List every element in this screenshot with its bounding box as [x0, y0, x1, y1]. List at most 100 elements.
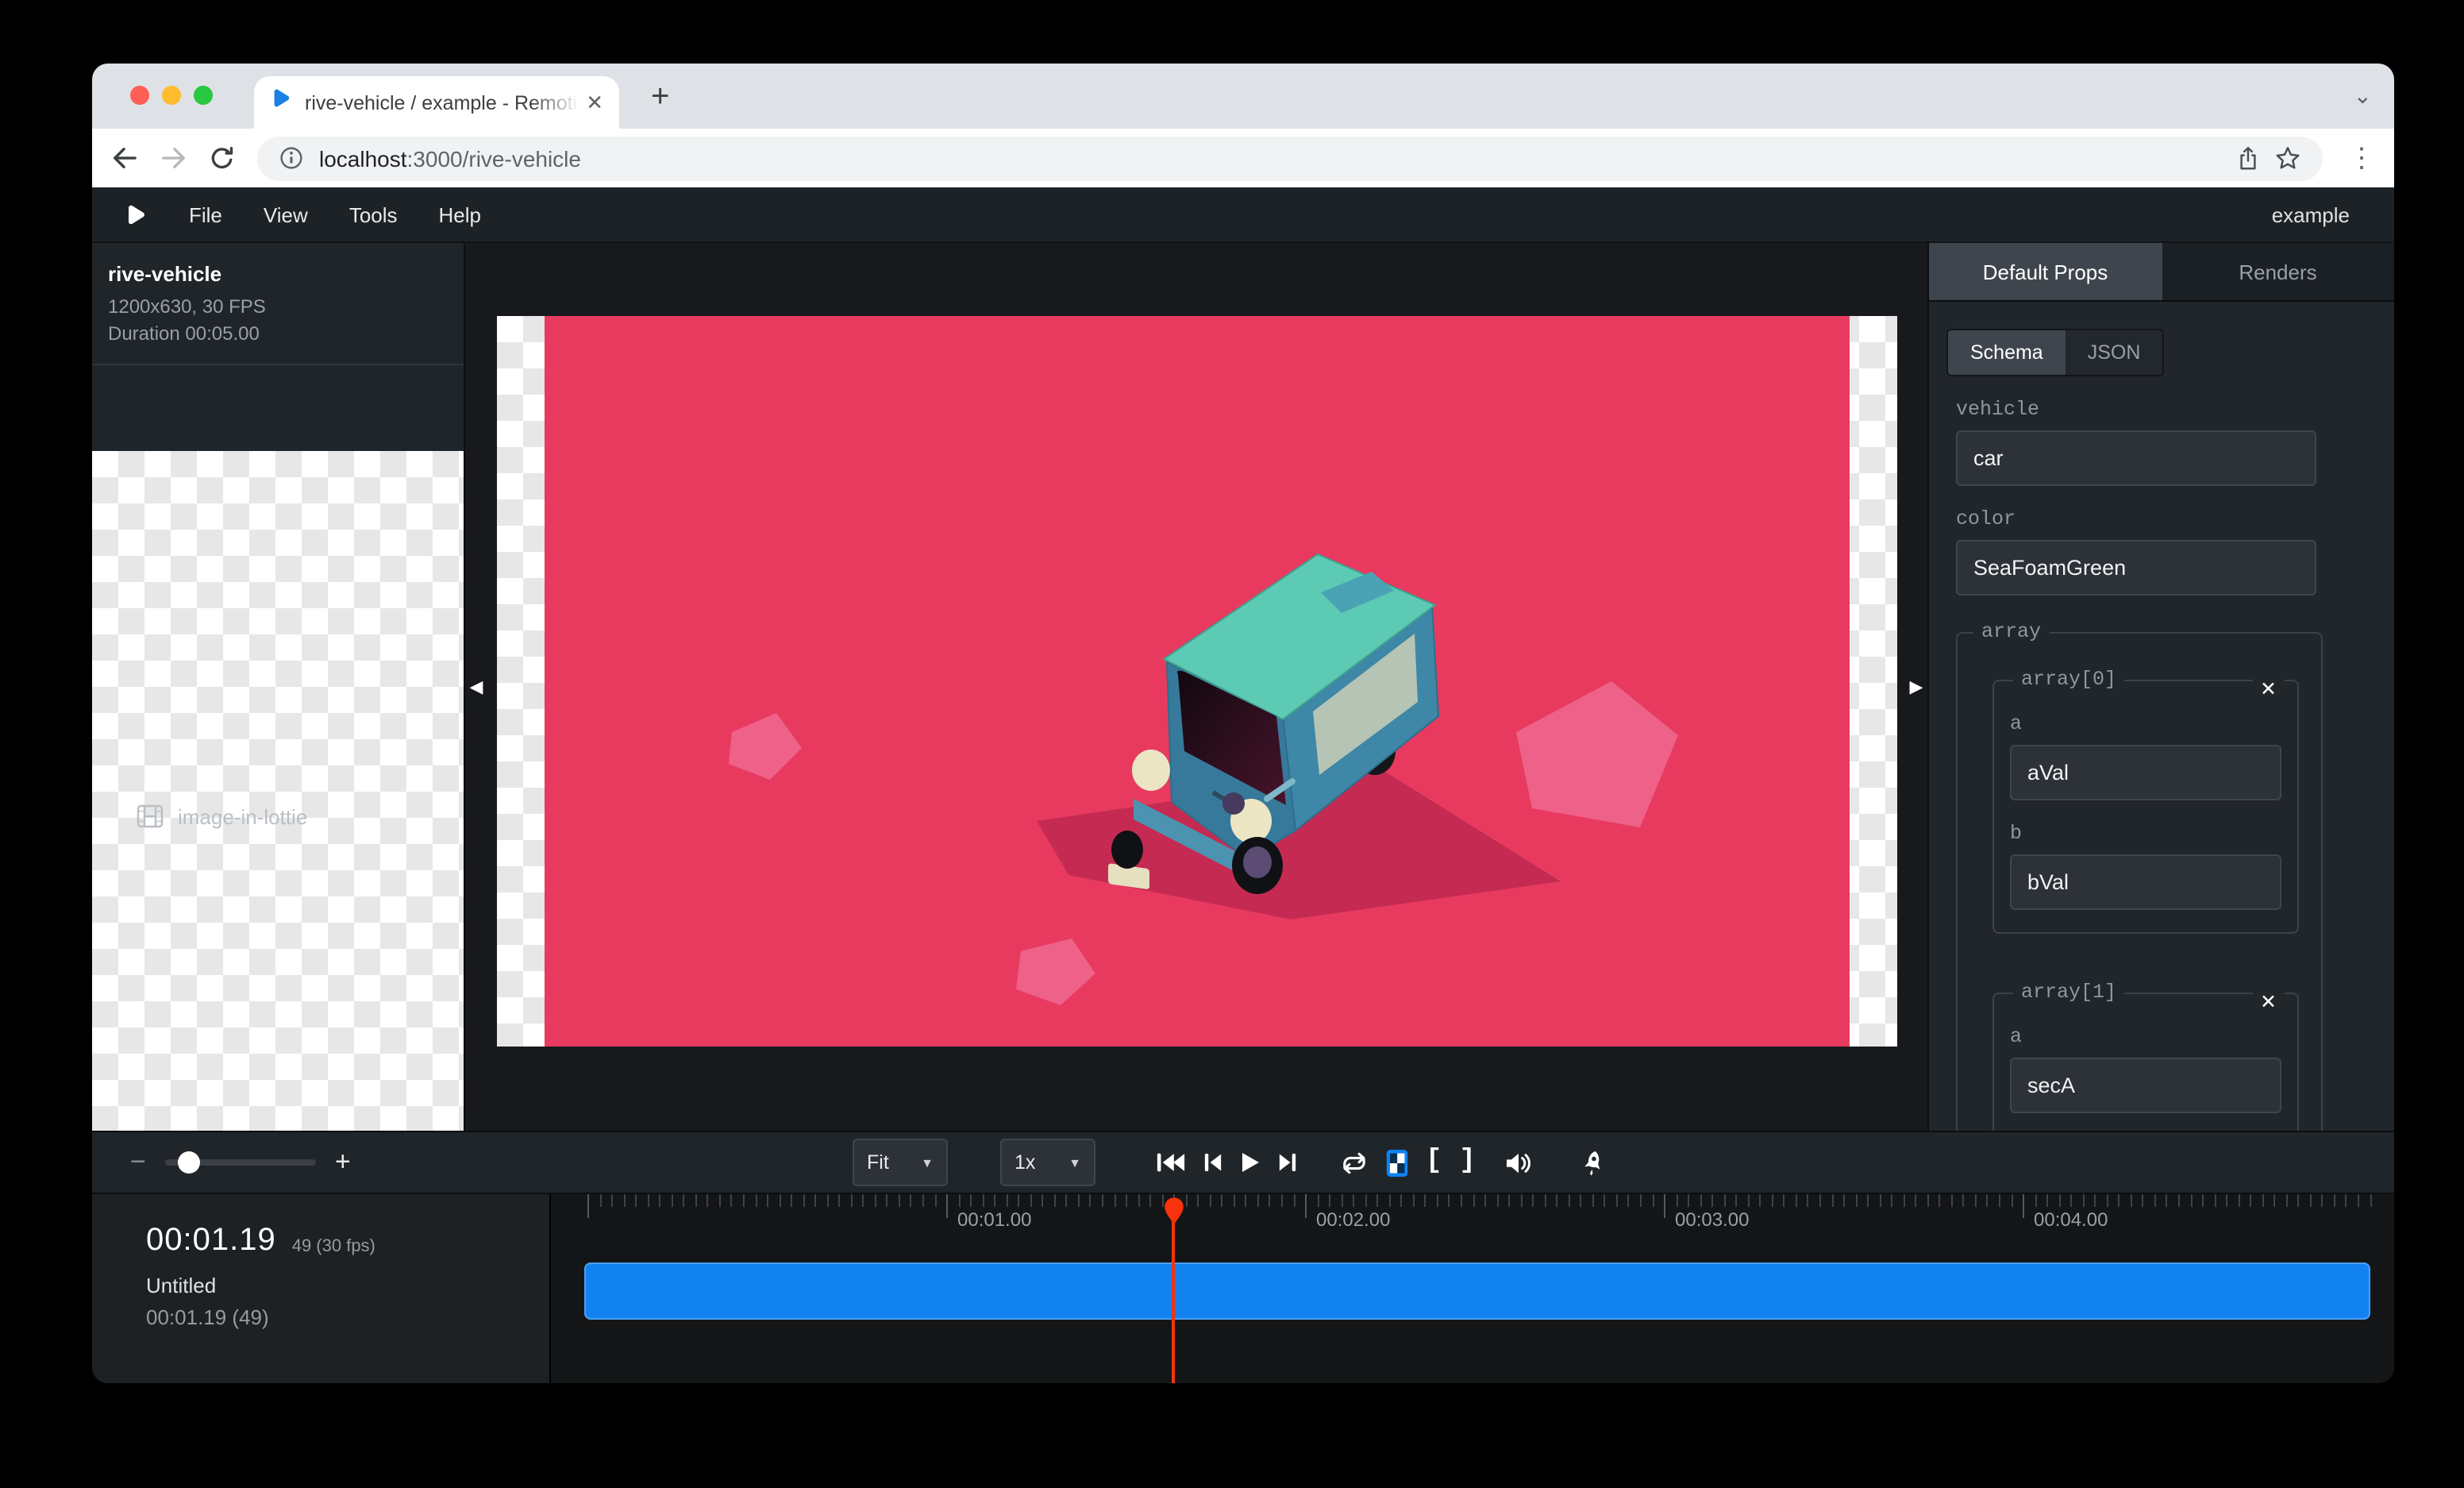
playhead-line[interactable] [1172, 1201, 1175, 1383]
ruler-tick [1006, 1194, 1007, 1207]
remove-array-item-icon[interactable]: ✕ [2252, 677, 2285, 704]
array1-a-input[interactable]: secA [2010, 1058, 2281, 1113]
share-icon[interactable] [2237, 145, 2259, 171]
ruler-label: 00:01.00 [957, 1209, 1031, 1231]
browser-menu-kebab-icon[interactable]: ⋮ [2348, 142, 2375, 174]
ruler-tick [1580, 1194, 1582, 1207]
menu-help[interactable]: Help [439, 202, 482, 226]
film-icon [137, 804, 164, 829]
ruler-tick [1090, 1194, 1091, 1207]
new-tab-button[interactable]: + [651, 79, 669, 116]
ruler-tick [1305, 1194, 1307, 1218]
ruler-tick [1556, 1194, 1557, 1207]
address-bar[interactable]: localhost:3000/rive-vehicle [257, 136, 2323, 180]
zoom-in-button[interactable]: + [335, 1147, 351, 1178]
ruler-tick [743, 1194, 745, 1207]
menu-view[interactable]: View [264, 202, 308, 226]
previous-frame-icon[interactable] [1203, 1151, 1222, 1174]
array0-b-input[interactable]: bVal [2010, 854, 2281, 910]
zoom-slider-thumb[interactable] [178, 1151, 200, 1174]
rocket-icon[interactable] [1580, 1147, 1607, 1178]
array0-a-input[interactable]: aVal [2010, 745, 2281, 800]
menu-tools[interactable]: Tools [349, 202, 398, 226]
tab-renders[interactable]: Renders [2162, 243, 2394, 300]
transparency-checkerboard-icon[interactable] [1386, 1149, 1408, 1176]
ruler-tick [2094, 1194, 2096, 1207]
sidebar-item-image-in-lottie[interactable]: image-in-lottie [92, 451, 465, 1131]
ruler-tick [1664, 1194, 1665, 1218]
toggle-json[interactable]: JSON [2066, 330, 2163, 375]
browser-tab[interactable]: rive-vehicle / example - Remoti ✕ [254, 76, 619, 129]
reload-button[interactable] [210, 145, 235, 171]
in-point-icon[interactable]: [ [1426, 1146, 1442, 1176]
volume-icon[interactable] [1506, 1151, 1533, 1174]
close-window-button[interactable] [130, 86, 149, 105]
remove-array-item-icon[interactable]: ✕ [2252, 989, 2285, 1016]
zoom-slider[interactable] [165, 1159, 316, 1166]
ruler-tick [2226, 1194, 2227, 1207]
bookmark-star-icon[interactable] [2275, 146, 2300, 170]
composition-viewport[interactable] [496, 316, 1896, 1047]
timeline-track-bar[interactable] [584, 1262, 2370, 1320]
prop-vehicle-label: vehicle [1956, 399, 2394, 421]
ruler-tick [1102, 1194, 1103, 1207]
tab-close-icon[interactable]: ✕ [586, 90, 603, 115]
collapse-sidebar-handle[interactable]: ◀ [465, 668, 487, 706]
ruler-tick [2070, 1194, 2072, 1207]
next-frame-icon[interactable] [1278, 1151, 1297, 1174]
array-item-fieldset-1: array[1]✕asecAb [1992, 981, 2299, 1131]
zoom-out-button[interactable]: − [130, 1147, 146, 1178]
ruler-tick [1784, 1194, 1785, 1207]
zoom-window-button[interactable] [194, 86, 213, 105]
out-point-icon[interactable]: ] [1459, 1146, 1475, 1176]
timeline-ruler-area[interactable]: 00:01.0000:02.0000:03.0000:04.00 [551, 1194, 2394, 1383]
ruler-tick [1234, 1194, 1235, 1207]
compositions-sidebar: rive-vehicle 1200x630, 30 FPS Duration 0… [92, 243, 465, 1131]
timeline-info-panel: 00:01.19 49 (30 fps) Untitled 00:01.19 (… [92, 1194, 551, 1383]
timeline-zoom-control: − + [130, 1132, 351, 1193]
prop-vehicle-input[interactable]: car [1956, 430, 2316, 486]
ruler-tick [1808, 1194, 1809, 1207]
ruler-label: 00:03.00 [1675, 1209, 1749, 1231]
composition-list: image-in-lottieloaderpathsgifgifgif-dura… [92, 365, 464, 1131]
tab-default-props[interactable]: Default Props [1929, 243, 2162, 300]
array-item-label: array[0] [2013, 669, 2124, 691]
playhead-pin[interactable] [1163, 1197, 1184, 1224]
ruler-tick [1688, 1194, 1689, 1207]
site-info-icon[interactable] [279, 146, 303, 170]
project-header: rive-vehicle 1200x630, 30 FPS Duration 0… [92, 243, 464, 365]
tab-search-chevron-icon[interactable]: ⌄ [2354, 83, 2372, 110]
skip-to-start-icon[interactable] [1156, 1151, 1186, 1174]
prop-color-label: color [1956, 508, 2394, 530]
ruler-tick [1544, 1194, 1546, 1207]
ruler-tick [1245, 1194, 1247, 1207]
ruler-tick [1927, 1194, 1928, 1207]
current-timecode: 00:01.19 [146, 1223, 276, 1259]
play-icon[interactable] [1240, 1151, 1261, 1174]
menu-file[interactable]: File [189, 202, 222, 226]
ruler-tick [2154, 1194, 2156, 1207]
back-button[interactable] [111, 146, 138, 170]
preview-canvas-area: ◀ [465, 243, 1927, 1131]
ruler-tick [1461, 1194, 1462, 1207]
track-name: Untitled [146, 1274, 549, 1297]
ruler-tick [2046, 1194, 2048, 1207]
fit-dropdown[interactable]: Fit ▼ [853, 1139, 948, 1186]
toggle-schema[interactable]: Schema [1948, 330, 2066, 375]
transport-controls: [] [1156, 1132, 1623, 1193]
prop-color-input[interactable]: SeaFoamGreen [1956, 540, 2316, 596]
ruler-tick [1185, 1194, 1187, 1207]
collapse-panel-handle[interactable]: ▶ [1905, 668, 1927, 706]
ruler-tick [1891, 1194, 1892, 1207]
vehicle-artwork [544, 316, 1849, 1047]
ruler-tick [1963, 1194, 1965, 1207]
ruler-tick [2106, 1194, 2108, 1207]
remotion-logo-icon[interactable] [124, 202, 148, 226]
playback-speed-dropdown[interactable]: 1x ▼ [1000, 1139, 1095, 1186]
ruler-tick [1496, 1194, 1498, 1207]
fit-dropdown-value: Fit [867, 1151, 889, 1174]
track-range: 00:01.19 (49) [146, 1305, 549, 1329]
loop-icon[interactable] [1340, 1151, 1369, 1174]
forward-button[interactable] [160, 146, 187, 170]
minimize-window-button[interactable] [162, 86, 181, 105]
